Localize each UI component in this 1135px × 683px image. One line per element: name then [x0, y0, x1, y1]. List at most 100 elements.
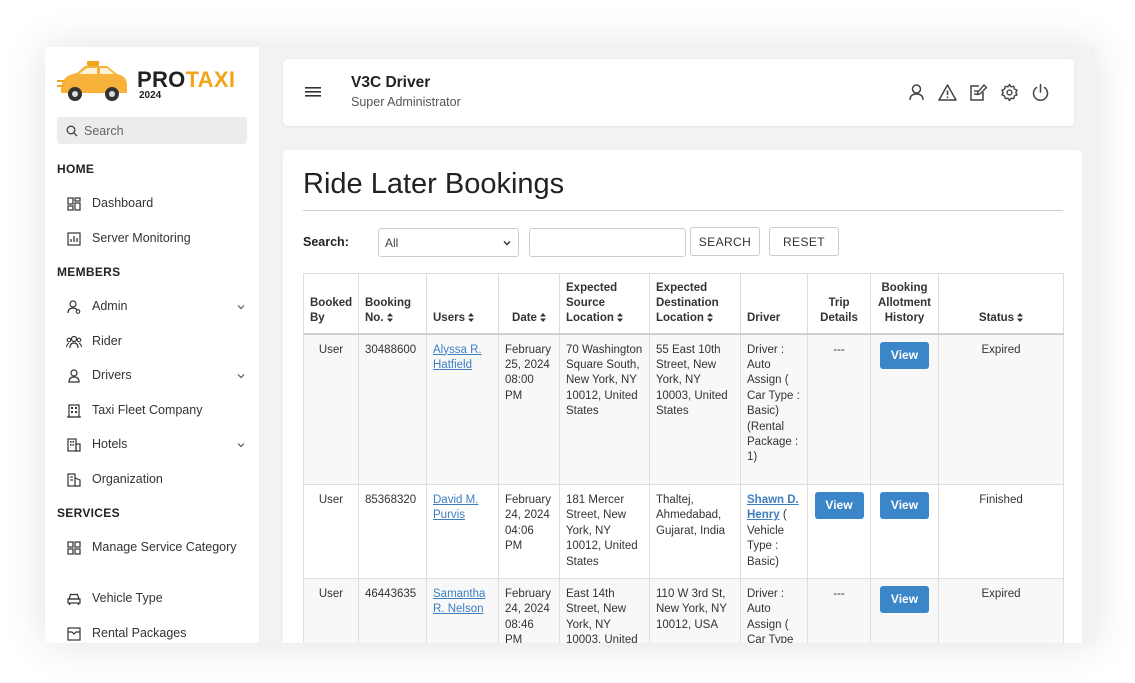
column-header[interactable]: Date — [498, 273, 560, 335]
view-trip-button[interactable]: View — [814, 492, 864, 519]
allotment-cell: View — [870, 578, 939, 643]
package-icon — [66, 626, 82, 642]
driver-info: Driver : Auto Assign ( Car Type — [747, 588, 794, 643]
view-allotment-button[interactable]: View — [880, 586, 929, 614]
settings-icon[interactable] — [1000, 83, 1019, 102]
user-link[interactable]: Alyssa R. Hatfield — [433, 344, 482, 371]
column-header[interactable]: Expected Source Location — [559, 273, 650, 335]
sidebar-item-server-monitoring[interactable]: Server Monitoring — [66, 230, 246, 247]
sidebar-item-rider[interactable]: Rider — [66, 333, 246, 350]
booked-by-cell: User — [303, 333, 359, 485]
sort-icon[interactable] — [616, 312, 623, 322]
booking-no-cell: 30488600 — [358, 333, 427, 485]
user-link[interactable]: David M. Purvis — [433, 494, 478, 521]
sidebar-item-label: Hotels — [92, 437, 128, 451]
page-title: Ride Later Bookings — [303, 168, 565, 200]
column-header: Booked By — [303, 273, 359, 335]
search-label: Search: — [303, 235, 349, 249]
driver-link[interactable]: Shawn D. Henry — [747, 494, 799, 521]
trip-details-cell: --- — [807, 333, 871, 485]
sidebar-item-vehicle-type[interactable]: Vehicle Type — [66, 590, 246, 607]
sidebar-item-label: Organization — [92, 472, 163, 486]
car-icon — [66, 591, 82, 607]
trip-details-cell: View — [807, 483, 871, 580]
allotment-cell: View — [870, 333, 939, 485]
section-services: SERVICES — [57, 506, 120, 520]
sidebar-item-label: Dashboard — [92, 196, 154, 210]
sort-icon[interactable] — [706, 312, 713, 322]
building-icon — [66, 403, 82, 419]
filter-select[interactable]: All — [378, 228, 519, 257]
menu-icon[interactable] — [305, 86, 321, 98]
date-cell: February 25, 2024 08:00 PM — [498, 333, 560, 485]
taxi-logo-icon — [57, 61, 127, 101]
search-input[interactable] — [529, 228, 686, 257]
sidebar-item-dashboard[interactable]: Dashboard — [66, 195, 246, 212]
sidebar-item-taxi-fleet-company[interactable]: Taxi Fleet Company — [66, 402, 246, 419]
sidebar-item-admin[interactable]: Admin — [66, 298, 246, 315]
brand-year: 2024 — [139, 90, 162, 101]
column-header[interactable]: Booking No. — [358, 273, 427, 335]
table-row: User 30488600 Alyssa R. Hatfield Februar… — [303, 333, 1064, 485]
sidebar-item-rental-packages[interactable]: Rental Packages — [66, 625, 246, 642]
table-header-row: Booked By Booking No. Users Date Expecte… — [303, 273, 1064, 335]
column-header[interactable]: Users — [426, 273, 499, 335]
column-header: Driver — [740, 273, 808, 335]
sidebar-item-hotels[interactable]: Hotels — [66, 436, 246, 453]
sidebar-item-label: Admin — [92, 299, 128, 313]
search-icon — [66, 125, 78, 136]
sidebar: PROTAXI 2024 HOME Dashboard Server Monit… — [45, 47, 259, 643]
sidebar-item-drivers[interactable]: Drivers — [66, 367, 246, 384]
status-cell: Finished — [938, 483, 1064, 580]
table-row: User 85368320 David M. Purvis February 2… — [303, 483, 1064, 580]
user-icon[interactable] — [907, 83, 926, 102]
booked-by-cell: User — [303, 483, 359, 580]
user-link[interactable]: Samantha R. Nelson — [433, 588, 485, 615]
date-cell: February 24, 2024 08:46 PM — [498, 578, 560, 643]
driver-cell: Shawn D. Henry ( Vehicle Type : Basic) — [740, 483, 808, 580]
column-header[interactable]: Status — [938, 273, 1064, 335]
organization-icon — [66, 472, 82, 488]
destination-cell: 55 East 10th Street, New York, NY 10003,… — [649, 333, 741, 485]
reset-button[interactable]: RESET — [769, 227, 839, 256]
sidebar-item-organization[interactable]: Organization — [66, 471, 246, 488]
app-window: PROTAXI 2024 HOME Dashboard Server Monit… — [45, 47, 1095, 643]
sidebar-item-label: Drivers — [92, 368, 132, 382]
app-title: V3C Driver — [351, 74, 431, 91]
sidebar-item-label: Vehicle Type — [92, 591, 163, 605]
chart-icon — [66, 231, 82, 247]
rider-icon — [66, 334, 82, 350]
sort-icon[interactable] — [467, 312, 474, 322]
driver-icon — [66, 368, 82, 384]
title-divider — [303, 210, 1063, 211]
chevron-down-icon — [237, 442, 245, 447]
chevron-down-icon — [237, 304, 245, 309]
user-cell: Alyssa R. Hatfield — [426, 333, 499, 485]
sidebar-item-label: Taxi Fleet Company — [92, 403, 203, 417]
view-allotment-button[interactable]: View — [880, 341, 929, 369]
sidebar-item-manage-service-category[interactable]: Manage Service Category — [66, 539, 246, 556]
column-header[interactable]: Expected Destination Location — [649, 273, 741, 335]
edit-icon[interactable] — [969, 83, 988, 102]
sort-icon[interactable] — [539, 312, 546, 322]
alert-icon[interactable] — [938, 83, 957, 102]
driver-info: Driver : Auto Assign ( Car Type : Basic)… — [747, 343, 800, 464]
date-cell: February 24, 2024 04:06 PM — [498, 483, 560, 580]
column-header: Booking Allotment History — [870, 273, 939, 335]
logo[interactable]: PROTAXI 2024 — [57, 57, 235, 109]
column-header: Trip Details — [807, 273, 871, 335]
filter-select-value: All — [385, 235, 399, 250]
sidebar-search-input[interactable] — [84, 123, 234, 138]
main-content: Ride Later Bookings Search: All SEARCH R… — [283, 150, 1082, 643]
power-icon[interactable] — [1031, 83, 1050, 102]
search-button[interactable]: SEARCH — [690, 227, 760, 256]
status-cell: Expired — [938, 333, 1064, 485]
sidebar-search[interactable] — [57, 117, 247, 144]
sort-icon[interactable] — [386, 312, 393, 322]
view-allotment-button[interactable]: View — [880, 492, 929, 519]
sidebar-item-label: Rider — [92, 334, 122, 348]
status-cell: Expired — [938, 578, 1064, 643]
source-cell: East 14th Street, New York, NY 10003, Un… — [559, 578, 650, 643]
sort-icon[interactable] — [1017, 312, 1024, 322]
section-members: MEMBERS — [57, 265, 121, 279]
